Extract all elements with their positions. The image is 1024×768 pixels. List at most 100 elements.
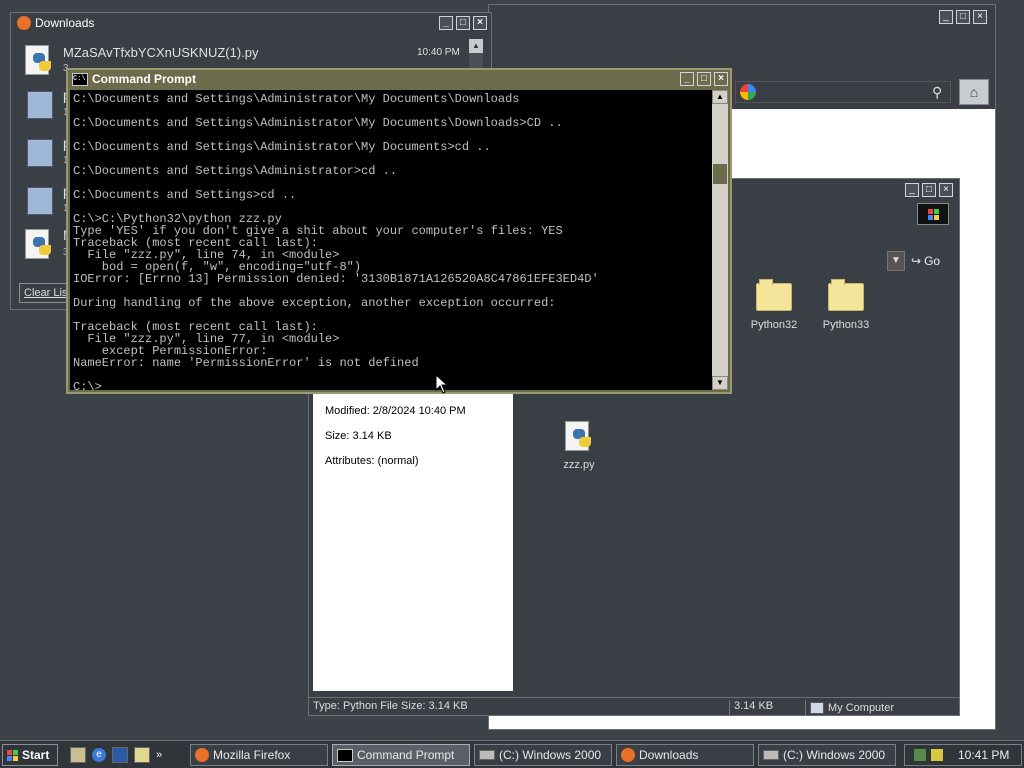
cmd-icon (337, 748, 353, 762)
search-box[interactable]: ⚲ (735, 81, 951, 103)
folder-icon (828, 279, 864, 311)
installer-icon (27, 139, 53, 167)
cmd-titlebar: C:\ Command Prompt _ □ × (68, 70, 730, 88)
close-button[interactable]: × (973, 10, 987, 24)
status-location-label: My Computer (828, 702, 895, 714)
folder-label: Python33 (822, 319, 870, 331)
folder-python32[interactable]: Python32 (739, 279, 809, 331)
scroll-up-button[interactable]: ▲ (469, 39, 483, 53)
console-prompt: C:\> (73, 380, 102, 390)
file-label: zzz.py (563, 459, 595, 471)
folder-python33[interactable]: Python33 (811, 279, 881, 331)
cmd-scrollbar[interactable]: ▲ ▼ (712, 90, 728, 390)
address-dropdown[interactable]: ▼ (887, 251, 905, 271)
console-line: IOError: [Errno 13] Permission denied: '… (73, 272, 599, 286)
system-tray: 10:41 PM (904, 744, 1022, 766)
download-name: MZaSAvTfxbYCXnUSKNUZ(1).py (63, 45, 259, 60)
maximize-button[interactable]: □ (697, 72, 711, 86)
close-button[interactable]: × (714, 72, 728, 86)
task-downloads[interactable]: Downloads (616, 744, 754, 766)
go-arrow-icon: ↪ (911, 254, 922, 268)
quicklaunch-more[interactable]: » (156, 749, 162, 761)
task-label: Command Prompt (357, 748, 455, 762)
windows-flag-icon (7, 749, 18, 761)
scroll-up-button[interactable]: ▲ (712, 90, 728, 104)
cmd-icon: C:\ (72, 72, 88, 86)
status-location: My Computer (805, 700, 894, 716)
python-file-icon (25, 45, 53, 75)
python-file-icon (565, 421, 593, 451)
search-icon[interactable]: ⚲ (932, 84, 942, 101)
console-line: C:\Documents and Settings\Administrator\… (73, 116, 563, 130)
my-computer-icon (810, 702, 824, 714)
mouse-cursor (435, 374, 447, 394)
python-file-icon (25, 229, 53, 259)
home-button[interactable]: ⌂ (959, 79, 989, 105)
console-line: NameError: name 'PermissionError' is not… (73, 356, 419, 370)
details-pane: Modified: 2/8/2024 10:40 PM Size: 3.14 K… (313, 391, 513, 691)
task-label: Downloads (639, 748, 699, 762)
scroll-thumb[interactable] (713, 164, 727, 184)
modified-text: Modified: 2/8/2024 10:40 PM (325, 405, 466, 417)
folder-icon (756, 279, 792, 311)
explorer-window-controls: _ □ × (902, 183, 953, 197)
search-icon[interactable] (134, 747, 150, 763)
status-type: Type: Python File Size: 3.14 KB (313, 700, 468, 712)
task-label: Mozilla Firefox (213, 748, 291, 762)
network-icon[interactable] (913, 748, 927, 762)
firefox-icon (17, 16, 31, 30)
task-command-prompt[interactable]: Command Prompt (332, 744, 470, 766)
minimize-button[interactable]: _ (680, 72, 694, 86)
cmd-window: C:\ Command Prompt _ □ × C:\Documents an… (66, 68, 732, 394)
attributes-text: Attributes: (normal) (325, 455, 419, 467)
cmd-title: Command Prompt (92, 72, 197, 86)
google-icon (740, 84, 756, 100)
file-zzz-py[interactable]: zzz.py (549, 421, 609, 477)
task-label: (C:) Windows 2000 (499, 748, 602, 762)
task-explorer[interactable]: (C:) Windows 2000 (474, 744, 612, 766)
close-button[interactable]: × (939, 183, 953, 197)
task-firefox[interactable]: Mozilla Firefox (190, 744, 328, 766)
downloads-titlebar: Downloads _ □ × (11, 13, 491, 33)
close-button[interactable]: × (473, 16, 487, 30)
cmd-window-controls: _ □ × (677, 72, 728, 86)
taskbar: Start e » Mozilla Firefox Command Prompt… (0, 740, 1024, 768)
status-bar: Type: Python File Size: 3.14 KB 3.14 KB … (309, 697, 959, 716)
desktop-icon[interactable] (70, 747, 86, 763)
start-button[interactable]: Start (2, 744, 58, 766)
installer-icon (27, 187, 53, 215)
ie-icon[interactable]: e (92, 748, 106, 762)
installer-icon (27, 91, 53, 119)
downloads-window-controls: _ □ × (436, 16, 487, 30)
go-button[interactable]: ↪ Go (911, 251, 951, 271)
minimize-button[interactable]: _ (905, 183, 919, 197)
downloads-title: Downloads (35, 16, 95, 30)
firefox-window-controls: _ □ × (936, 10, 987, 24)
console-line: C:\Documents and Settings\Administrator\… (73, 92, 520, 106)
python-tray-icon[interactable] (930, 748, 944, 762)
minimize-button[interactable]: _ (439, 16, 453, 30)
console-line: C:\Documents and Settings\Administrator>… (73, 164, 398, 178)
home-icon: ⌂ (969, 84, 979, 100)
windows-logo-icon (917, 203, 949, 225)
maximize-button[interactable]: □ (956, 10, 970, 24)
download-time: 10:40 PM (417, 47, 460, 58)
firefox-icon (621, 748, 635, 762)
go-label: Go (924, 254, 941, 268)
start-label: Start (22, 748, 50, 762)
console-output[interactable]: C:\Documents and Settings\Administrator\… (70, 90, 712, 390)
maximize-button[interactable]: □ (922, 183, 936, 197)
size-text: Size: 3.14 KB (325, 430, 392, 442)
minimize-button[interactable]: _ (939, 10, 953, 24)
console-line: C:\Documents and Settings>cd .. (73, 188, 297, 202)
status-size: 3.14 KB (729, 700, 773, 716)
maximize-button[interactable]: □ (456, 16, 470, 30)
outlook-icon[interactable] (112, 747, 128, 763)
clear-list-label: Clear List (24, 287, 71, 299)
console-line: During handling of the above exception, … (73, 296, 556, 310)
scroll-down-button[interactable]: ▼ (712, 376, 728, 390)
task-explorer-2[interactable]: (C:) Windows 2000 (758, 744, 896, 766)
firefox-icon (195, 748, 209, 762)
folder-label: Python32 (750, 319, 798, 331)
